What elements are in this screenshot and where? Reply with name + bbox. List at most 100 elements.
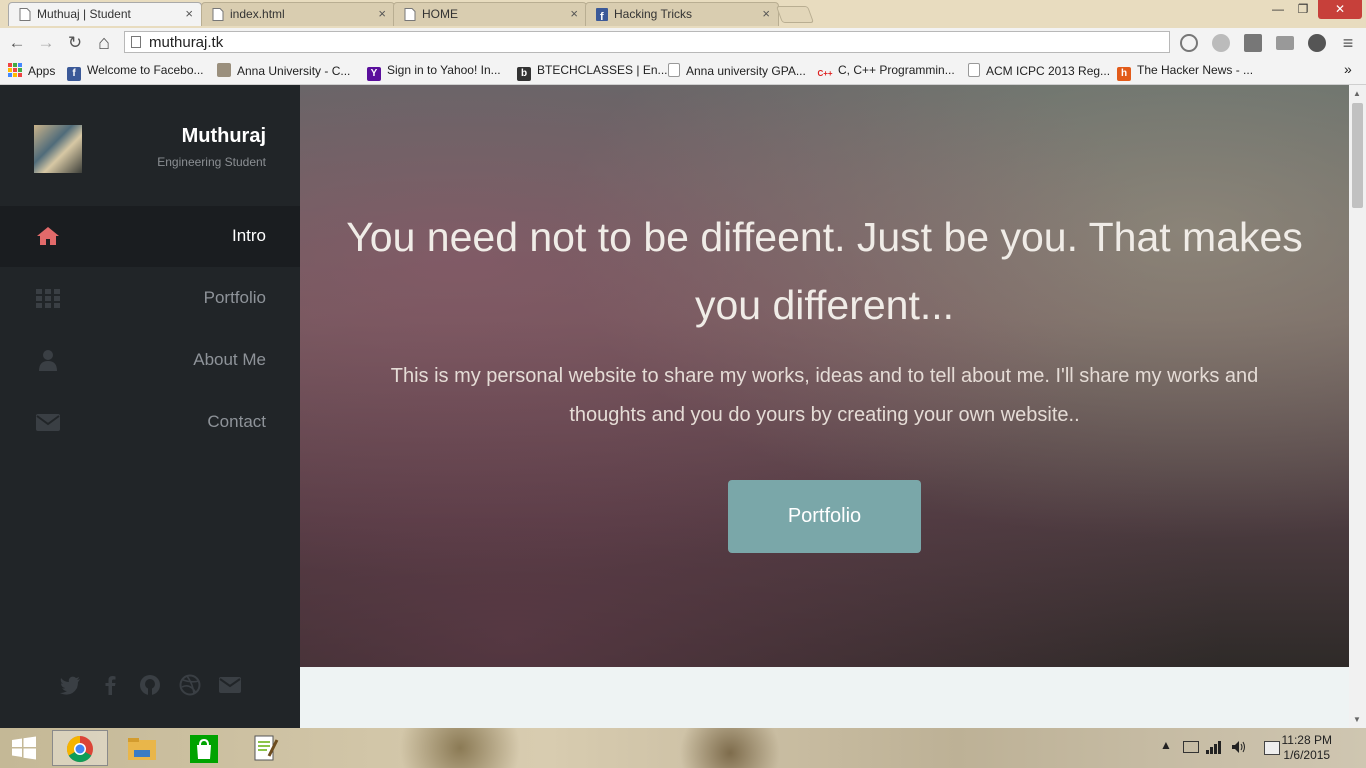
page-icon: [131, 36, 141, 48]
close-window-button[interactable]: ✕: [1318, 0, 1362, 19]
tab-close-icon[interactable]: ×: [762, 6, 770, 21]
tab-muthuaj-student[interactable]: Muthuaj | Student ×: [8, 2, 202, 26]
dribbble-icon[interactable]: [179, 674, 201, 696]
windows-start-icon[interactable]: [4, 730, 44, 766]
bookmark-anna-university[interactable]: Anna University - C...: [217, 63, 350, 78]
apps-grid-icon: [8, 63, 22, 77]
page-icon: [212, 8, 224, 21]
bookmark-label: C, C++ Programmin...: [838, 63, 955, 77]
chrome-taskbar-button[interactable]: [52, 730, 108, 766]
envelope-icon: [36, 414, 60, 431]
show-hidden-icons-button[interactable]: ▲: [1160, 738, 1172, 752]
url-text: muthuraj.tk: [149, 34, 224, 51]
facebook-icon: f: [596, 8, 608, 21]
file-explorer-icon: [128, 738, 156, 760]
nav-item-portfolio[interactable]: Portfolio: [0, 268, 300, 329]
yahoo-icon: Y: [367, 67, 381, 81]
bookmark-label: Anna university GPA...: [686, 64, 806, 78]
bookmark-btechclasses[interactable]: b BTECHCLASSES | En...: [517, 63, 668, 81]
cpp-icon: C++: [817, 69, 833, 78]
minimize-button[interactable]: —: [1268, 2, 1288, 20]
avatar: [34, 125, 82, 173]
bookmark-yahoo[interactable]: Y Sign in to Yahoo! In...: [367, 63, 501, 81]
globe-icon[interactable]: [1308, 34, 1326, 52]
bookmark-apps[interactable]: Apps: [8, 63, 55, 78]
btechclasses-icon: b: [517, 67, 531, 81]
hero-headline: You need not to be diffeent. Just be you…: [346, 214, 1303, 328]
page-icon: [968, 63, 980, 77]
github-icon[interactable]: [139, 674, 161, 696]
system-clock[interactable]: 11:28 PM 1/6/2015: [1282, 733, 1332, 763]
bookmark-label: ACM ICPC 2013 Reg...: [986, 64, 1111, 78]
volume-icon[interactable]: [1231, 740, 1247, 754]
reload-button[interactable]: ↻: [64, 32, 86, 54]
tab-home[interactable]: HOME ×: [393, 2, 587, 26]
social-links: [0, 674, 300, 704]
notepad-plus-plus-taskbar-button[interactable]: [238, 730, 294, 766]
tab-hacking-tricks[interactable]: f Hacking Tricks ×: [585, 2, 779, 26]
download-icon[interactable]: [1212, 34, 1230, 52]
home-button[interactable]: ⌂: [93, 32, 115, 54]
scrollbar-thumb[interactable]: [1352, 103, 1363, 208]
windows-store-icon: [190, 735, 218, 763]
battery-icon[interactable]: [1183, 741, 1199, 753]
restore-button[interactable]: ❐: [1293, 2, 1313, 20]
bookmark-label: The Hacker News - ...: [1137, 63, 1254, 77]
forward-button[interactable]: →: [35, 32, 57, 54]
file-explorer-taskbar-button[interactable]: [114, 730, 170, 766]
back-button[interactable]: ←: [6, 32, 28, 54]
bookmark-facebook[interactable]: f Welcome to Facebo...: [67, 63, 204, 81]
chrome-icon: [66, 735, 93, 763]
tab-title: HOME: [422, 7, 458, 21]
clock-date: 1/6/2015: [1283, 748, 1331, 762]
envelope-icon[interactable]: [219, 674, 241, 696]
menu-icon[interactable]: ≡: [1337, 32, 1359, 54]
chat-icon[interactable]: [1276, 36, 1294, 50]
nav-label: Contact: [207, 412, 266, 431]
tab-close-icon[interactable]: ×: [378, 6, 386, 21]
tab-title: Muthuaj | Student: [37, 7, 131, 21]
bookmark-acm-icpc[interactable]: ACM ICPC 2013 Reg...: [968, 63, 1110, 78]
page-scrollbar[interactable]: ▲ ▼: [1349, 85, 1366, 728]
facebook-icon: f: [67, 67, 81, 81]
bookmark-label: BTECHCLASSES | En...: [537, 63, 668, 77]
tab-close-icon[interactable]: ×: [185, 6, 193, 21]
tab-index-html[interactable]: index.html ×: [201, 2, 395, 26]
bookmark-cpp[interactable]: C++ C, C++ Programmin...: [816, 63, 955, 81]
action-center-icon[interactable]: [1264, 741, 1280, 755]
bookmark-anna-gpa[interactable]: Anna university GPA...: [668, 63, 806, 78]
next-section: [300, 667, 1349, 728]
nav-item-about-me[interactable]: About Me: [0, 330, 300, 391]
facebook-icon[interactable]: [99, 674, 121, 696]
new-tab-button[interactable]: [775, 6, 815, 23]
bookmarks-overflow-button[interactable]: »: [1344, 61, 1352, 77]
bookmark-label: Sign in to Yahoo! In...: [387, 63, 501, 77]
bookmark-label: Anna University - C...: [237, 64, 351, 78]
windows-taskbar: ▲ 11:28 PM 1/6/2015: [0, 728, 1366, 768]
grid-icon: [36, 289, 60, 308]
scroll-up-icon[interactable]: ▲: [1353, 89, 1361, 98]
bookmark-hacker-news[interactable]: h The Hacker News - ...: [1117, 63, 1253, 81]
speed-dial-icon[interactable]: [1180, 34, 1198, 52]
user-icon: [39, 350, 57, 371]
bookmarks-bar: Apps f Welcome to Facebo... Anna Universi…: [0, 58, 1366, 85]
home-icon: [37, 227, 59, 245]
address-bar[interactable]: muthuraj.tk: [124, 31, 1170, 53]
nav-label: Intro: [231, 226, 266, 245]
tab-close-icon[interactable]: ×: [570, 6, 578, 21]
scroll-down-icon[interactable]: ▼: [1353, 715, 1361, 724]
profile-role: Engineering Student: [157, 155, 266, 169]
chart-extension-icon[interactable]: [1244, 34, 1262, 52]
hero-subtext: This is my personal website to share my …: [390, 365, 1259, 426]
nav-item-contact[interactable]: Contact: [0, 392, 300, 453]
page-icon: [668, 63, 680, 77]
network-icon[interactable]: [1206, 740, 1222, 754]
windows-store-taskbar-button[interactable]: [176, 730, 232, 766]
portfolio-button[interactable]: Portfolio: [728, 480, 921, 553]
nav-item-intro[interactable]: Intro: [0, 206, 300, 267]
svg-text:f: f: [600, 11, 604, 21]
browser-toolbar: ← → ↻ ⌂ muthuraj.tk ≡: [0, 28, 1366, 58]
bookmark-label: Welcome to Facebo...: [87, 63, 204, 77]
hackernews-icon: h: [1117, 67, 1131, 81]
twitter-icon[interactable]: [59, 674, 81, 696]
